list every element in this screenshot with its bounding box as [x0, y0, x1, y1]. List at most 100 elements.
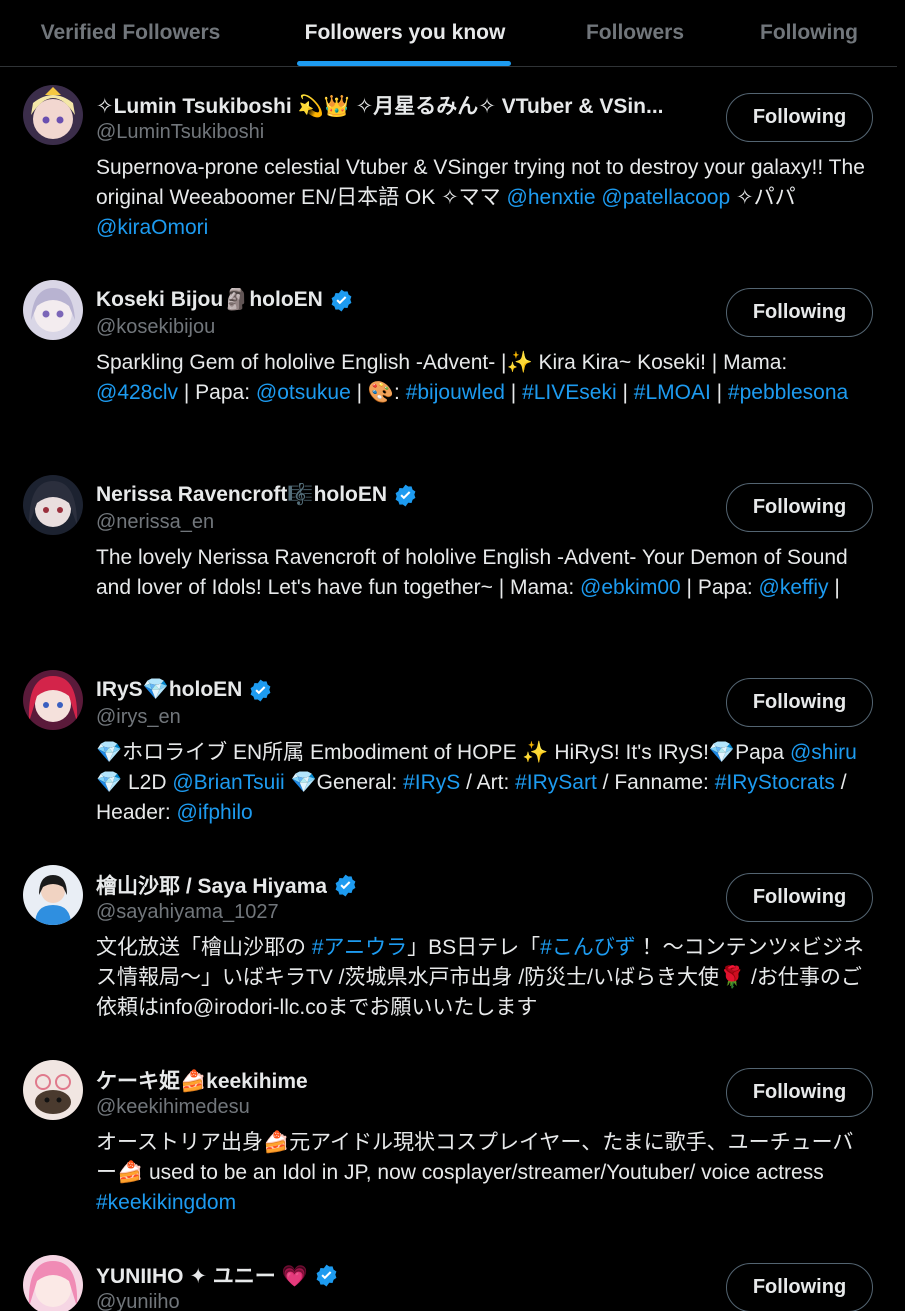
- bio-text: |: [710, 381, 728, 404]
- tab-label: Verified Followers: [40, 21, 221, 44]
- following-button[interactable]: Following: [726, 288, 873, 337]
- verified-badge-icon: [250, 679, 271, 701]
- bio-text: 」BS日テレ「: [407, 936, 541, 959]
- following-button[interactable]: Following: [726, 93, 873, 142]
- avatar[interactable]: [23, 670, 83, 730]
- user-handle[interactable]: @LuminTsukiboshi: [96, 121, 264, 144]
- name-line: ケーキ姫🍰keekihime: [96, 1065, 708, 1095]
- name-line: Nerissa Ravencroft🎼holoEN: [96, 480, 708, 510]
- mention-link[interactable]: @otsukue: [256, 381, 351, 404]
- name-line: YUNIIHO ✦ ユニー 💗: [96, 1260, 708, 1290]
- following-button[interactable]: Following: [726, 1068, 873, 1117]
- verified-badge-icon: [316, 1264, 337, 1286]
- avatar[interactable]: [23, 280, 83, 340]
- tab-verified-followers[interactable]: Verified Followers: [0, 0, 261, 66]
- tab-following[interactable]: Following: [721, 0, 897, 66]
- avatar[interactable]: [23, 1060, 83, 1120]
- bio-text: |: [828, 576, 840, 599]
- user-bio: The lovely Nerissa Ravencroft of hololiv…: [96, 543, 866, 603]
- bio-text: / Fanname:: [596, 771, 715, 794]
- user-handle[interactable]: @nerissa_en: [96, 511, 214, 534]
- mention-link[interactable]: @kiraOmori: [96, 216, 208, 239]
- display-name[interactable]: YUNIIHO ✦ ユニー 💗: [96, 1260, 308, 1290]
- bio-text: | Papa:: [178, 381, 256, 404]
- following-button[interactable]: Following: [726, 873, 873, 922]
- followers-page: Verified Followers Followers you know Fo…: [0, 0, 897, 1311]
- bio-text: |: [616, 381, 634, 404]
- user-cell[interactable]: IRyS💎holoEN @irys_en 💎ホロライブ EN所属 Embodim…: [0, 670, 897, 845]
- bio-text: / Art:: [460, 771, 516, 794]
- user-bio: Supernova-prone celestial Vtuber & VSing…: [96, 153, 866, 243]
- bio-text: オーストリア出身🍰元アイドル現状コスプレイヤー、たまに歌手、ユーチューバー🍰 u…: [96, 1131, 854, 1184]
- name-line: Koseki Bijou🗿holoEN: [96, 285, 708, 315]
- verified-badge-icon: [395, 484, 416, 506]
- user-cell[interactable]: ケーキ姫🍰keekihime @keekihimedesu オーストリア出身🍰元…: [0, 1060, 897, 1235]
- user-cell[interactable]: YUNIIHO ✦ ユニー 💗 @yuniiho Following: [0, 1255, 897, 1311]
- display-name[interactable]: ケーキ姫🍰keekihime: [96, 1065, 308, 1095]
- tab-followers-you-know[interactable]: Followers you know: [261, 0, 549, 66]
- mention-link[interactable]: @keffiy: [759, 576, 829, 599]
- verified-badge-icon: [335, 874, 356, 896]
- hashtag-link[interactable]: #アニウラ: [312, 936, 407, 959]
- user-cell[interactable]: Nerissa Ravencroft🎼holoEN @nerissa_en Th…: [0, 475, 897, 650]
- hashtag-link[interactable]: #LIVEseki: [522, 381, 617, 404]
- hashtag-link[interactable]: #bijouwled: [406, 381, 505, 404]
- user-handle[interactable]: @sayahiyama_1027: [96, 901, 279, 924]
- avatar[interactable]: [23, 475, 83, 535]
- mention-link[interactable]: @henxtie: [507, 186, 596, 209]
- verified-badge-icon: [331, 289, 352, 311]
- tab-label: Following: [760, 21, 858, 44]
- window-edge: [897, 0, 905, 1311]
- hashtag-link[interactable]: #IRyStocrats: [715, 771, 835, 794]
- hashtag-link[interactable]: #IRySart: [515, 771, 597, 794]
- display-name[interactable]: 檜山沙耶 / Saya Hiyama: [96, 870, 327, 900]
- hashtag-link[interactable]: #LMOAI: [634, 381, 711, 404]
- user-bio: 💎ホロライブ EN所属 Embodiment of HOPE ✨ HiRyS! …: [96, 738, 866, 828]
- mention-link[interactable]: @BrianTsuii: [172, 771, 284, 794]
- hashtag-link[interactable]: #こんびず: [540, 936, 636, 959]
- user-handle[interactable]: @yuniiho: [96, 1291, 180, 1311]
- tab-followers[interactable]: Followers: [549, 0, 721, 66]
- name-line: 檜山沙耶 / Saya Hiyama: [96, 870, 708, 900]
- bio-text: Sparkling Gem of hololive English -Adven…: [96, 351, 788, 374]
- bio-text: 💎 L2D: [96, 771, 173, 794]
- bio-text: 💎ホロライブ EN所属 Embodiment of HOPE ✨ HiRyS! …: [96, 741, 790, 764]
- following-button[interactable]: Following: [726, 678, 873, 727]
- user-handle[interactable]: @irys_en: [96, 706, 181, 729]
- avatar[interactable]: [23, 1255, 83, 1311]
- bio-text: 文化放送「檜山沙耶の: [96, 936, 312, 959]
- mention-link[interactable]: @428clv: [96, 381, 178, 404]
- hashtag-link[interactable]: #pebblesona: [728, 381, 848, 404]
- avatar[interactable]: [23, 865, 83, 925]
- mention-link[interactable]: @ifphilo: [177, 801, 253, 824]
- bio-text: | 🎨:: [350, 381, 406, 404]
- name-line: ✧Lumin Tsukiboshi 💫👑 ✧月星るみん✧ VTuber & VS…: [96, 90, 708, 120]
- display-name[interactable]: Nerissa Ravencroft🎼holoEN: [96, 483, 387, 507]
- user-cell[interactable]: 檜山沙耶 / Saya Hiyama @sayahiyama_1027 文化放送…: [0, 865, 897, 1040]
- bio-text: 💎General:: [284, 771, 404, 794]
- bio-text: |: [504, 381, 523, 404]
- user-bio: Sparkling Gem of hololive English -Adven…: [96, 348, 866, 408]
- display-name[interactable]: ✧Lumin Tsukiboshi 💫👑 ✧月星るみん✧ VTuber & VS…: [96, 90, 664, 120]
- user-handle[interactable]: @keekihimedesu: [96, 1096, 250, 1119]
- following-button[interactable]: Following: [726, 1263, 873, 1311]
- display-name[interactable]: IRyS💎holoEN: [96, 678, 242, 702]
- mention-link[interactable]: @patellacoop: [601, 186, 730, 209]
- user-handle[interactable]: @kosekibijou: [96, 316, 215, 339]
- following-button[interactable]: Following: [726, 483, 873, 532]
- avatar[interactable]: [23, 85, 83, 145]
- mention-link[interactable]: @shiru: [790, 741, 857, 764]
- bio-text: ✧パパ: [730, 186, 796, 209]
- user-cell[interactable]: Koseki Bijou🗿holoEN @kosekibijou Sparkli…: [0, 280, 897, 455]
- mention-link[interactable]: @ebkim00: [580, 576, 681, 599]
- user-cell[interactable]: ✧Lumin Tsukiboshi 💫👑 ✧月星るみん✧ VTuber & VS…: [0, 85, 897, 260]
- user-bio: オーストリア出身🍰元アイドル現状コスプレイヤー、たまに歌手、ユーチューバー🍰 u…: [96, 1128, 866, 1218]
- hashtag-link[interactable]: #keekikingdom: [96, 1191, 236, 1214]
- display-name[interactable]: Koseki Bijou🗿holoEN: [96, 288, 323, 312]
- name-line: IRyS💎holoEN: [96, 675, 708, 705]
- active-tab-indicator: [297, 61, 511, 66]
- hashtag-link[interactable]: #IRyS: [403, 771, 460, 794]
- bio-text: | Papa:: [680, 576, 759, 599]
- tab-label: Followers you know: [304, 21, 506, 44]
- user-bio: 文化放送「檜山沙耶の #アニウラ」BS日テレ「#こんびず ！～コンテンツ×ビジネ…: [96, 933, 866, 1023]
